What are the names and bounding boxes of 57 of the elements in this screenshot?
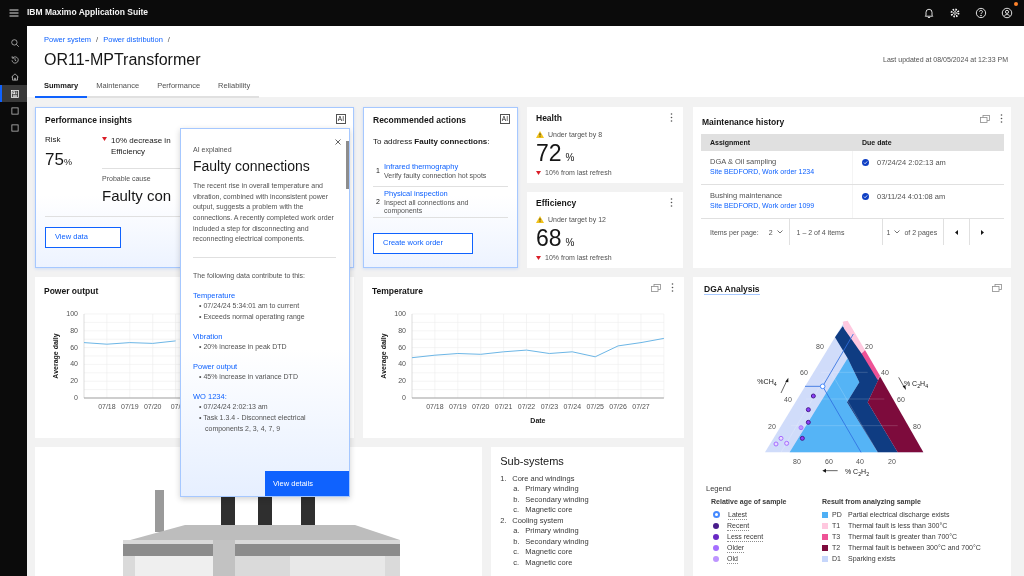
card-title: Health [536, 113, 562, 124]
square-icon [9, 105, 20, 116]
overflow-menu-icon[interactable] [670, 198, 673, 207]
bell-icon [923, 7, 935, 19]
history-icon [9, 54, 20, 65]
warning-icon [536, 216, 544, 224]
card-title: Temperature [372, 286, 423, 297]
close-button[interactable] [335, 139, 341, 145]
popover-title: Faulty connections [193, 158, 311, 175]
help-icon [975, 7, 987, 19]
home-icon [9, 71, 20, 82]
user-icon [1001, 7, 1013, 19]
down-triangle-icon [536, 256, 541, 261]
kpi-value: 72 [536, 142, 562, 166]
settings-icon [949, 7, 961, 19]
caret-right-icon [981, 229, 985, 235]
arrow-icon [822, 469, 838, 474]
card-title: Efficiency [536, 198, 577, 209]
close-icon [335, 139, 341, 145]
warning-icon [536, 131, 544, 139]
caret-left-icon [955, 229, 959, 235]
down-triangle-icon [536, 171, 541, 176]
chevron-down-icon [776, 230, 783, 235]
card-title: Performance insights [45, 115, 132, 126]
card-title: Recommended actions [373, 115, 467, 126]
down-triangle-icon [102, 137, 107, 142]
overflow-menu-icon[interactable] [670, 113, 673, 122]
risk-value: 75 [45, 150, 64, 168]
overflow-menu-icon[interactable] [671, 283, 674, 292]
dashboard-icon [9, 88, 20, 99]
card-title: Sub-systems [500, 454, 565, 468]
popout-icon[interactable] [651, 283, 661, 292]
popout-icon[interactable] [992, 284, 1002, 292]
cause-text: Faulty con [102, 186, 172, 206]
popout-icon[interactable] [980, 114, 990, 123]
trend-text: 10% decrease in Efficiency [111, 135, 172, 159]
kpi-unit: % [565, 151, 575, 165]
chevron-down-icon [894, 230, 901, 235]
kpi-unit: % [565, 236, 575, 250]
kpi-value: 68 [536, 227, 562, 251]
scrollbar-thumb[interactable] [346, 141, 349, 189]
arrow-icon [780, 378, 789, 394]
arrow-icon [898, 377, 906, 391]
notification-dot [1014, 2, 1018, 6]
risk-label: Risk [45, 135, 62, 146]
menu-icon[interactable] [8, 7, 20, 19]
card-title: Power output [44, 286, 99, 297]
overflow-menu-icon[interactable] [1000, 114, 1003, 123]
page-title: OR11-MPTransformer [44, 50, 201, 70]
square-icon [9, 122, 20, 133]
search-icon [9, 37, 20, 48]
risk-unit: % [63, 156, 72, 169]
card-title: DGA Analysis [704, 284, 760, 296]
intro-text: To address Faulty connections: [373, 137, 491, 148]
rail-item[interactable] [0, 85, 27, 102]
card-title: Maintenance history [702, 117, 785, 128]
app-title: IBM Maximo Application Suite [27, 7, 149, 19]
